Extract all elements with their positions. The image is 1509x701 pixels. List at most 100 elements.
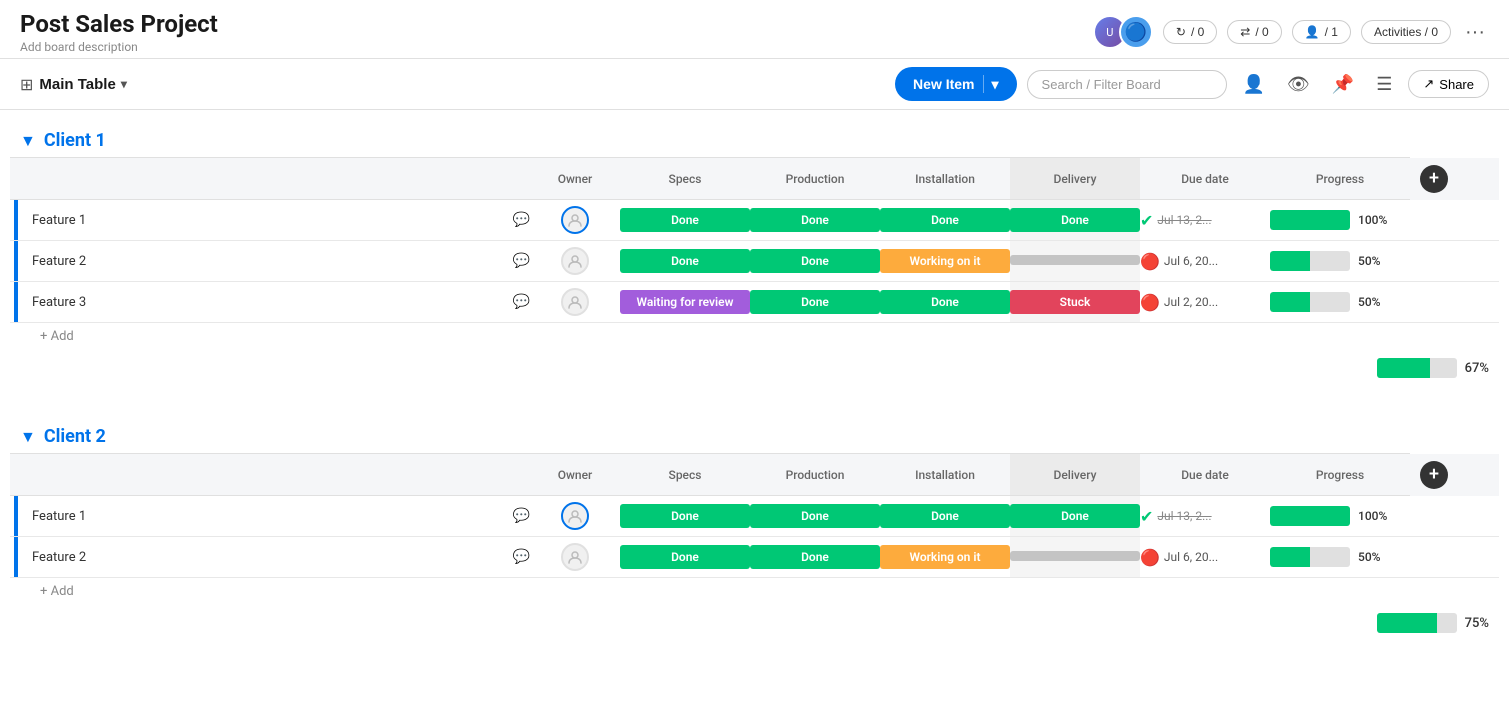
pin-icon[interactable]: 📌	[1326, 70, 1360, 99]
summary-bar-bg	[1377, 358, 1457, 378]
owner-cell[interactable]	[530, 537, 620, 578]
delivery-cell[interactable]: Stuck	[1010, 282, 1140, 323]
production-cell[interactable]: Done	[750, 537, 880, 578]
owner-cell[interactable]	[530, 282, 620, 323]
main-table-button[interactable]: Main Table ▾	[39, 76, 126, 93]
due-date-cell[interactable]: 🔴 Jul 2, 20...	[1140, 282, 1270, 323]
production-cell[interactable]: Done	[750, 496, 880, 537]
installation-badge[interactable]: Working on it	[880, 249, 1010, 273]
person-filter-icon[interactable]: 👤	[1237, 70, 1271, 99]
progress-cell[interactable]: 50%	[1270, 241, 1410, 282]
progress-pct: 100%	[1358, 213, 1393, 227]
new-item-button[interactable]: New Item ▾	[895, 67, 1017, 101]
group-title-client1[interactable]: Client 1	[44, 130, 106, 151]
due-date-cell[interactable]: ✔ Jul 13, 2...	[1140, 200, 1270, 241]
production-cell[interactable]: Done	[750, 200, 880, 241]
installation-cell[interactable]: Done	[880, 200, 1010, 241]
due-date-cell[interactable]: 🔴 Jul 6, 20...	[1140, 537, 1270, 578]
specs-badge[interactable]: Done	[620, 504, 750, 528]
installation-cell[interactable]: Working on it	[880, 241, 1010, 282]
progress-cell[interactable]: 100%	[1270, 496, 1410, 537]
specs-badge[interactable]: Done	[620, 208, 750, 232]
group-arrow-client1[interactable]: ▼	[20, 131, 36, 151]
add-col-button[interactable]: +	[1420, 461, 1448, 489]
specs-badge[interactable]: Done	[620, 249, 750, 273]
progress-cell[interactable]: 50%	[1270, 282, 1410, 323]
header-left: Post Sales Project Add board description	[20, 10, 218, 54]
comment-icon[interactable]: 💬	[513, 294, 530, 310]
toolbar: ⊞ Main Table ▾ New Item ▾ 👤 👁 📌 ☰ ↗ Shar…	[0, 59, 1509, 110]
owner-avatar[interactable]	[561, 206, 589, 234]
delivery-badge[interactable]: Stuck	[1010, 290, 1140, 314]
installation-cell[interactable]: Done	[880, 496, 1010, 537]
add-link[interactable]: + Add	[40, 584, 74, 599]
installation-badge[interactable]: Done	[880, 504, 1010, 528]
progress-cell[interactable]: 50%	[1270, 537, 1410, 578]
comment-icon[interactable]: 💬	[513, 508, 530, 524]
delivery-badge[interactable]: Done	[1010, 208, 1140, 232]
updates-button[interactable]: ↻ / 0	[1163, 20, 1217, 44]
summary-pct: 67%	[1465, 361, 1489, 376]
share-button[interactable]: ↗ Share	[1408, 70, 1489, 98]
production-badge[interactable]: Done	[750, 290, 880, 314]
col-header-add: +	[1410, 454, 1499, 496]
owner-cell[interactable]	[530, 496, 620, 537]
specs-cell[interactable]: Waiting for review	[620, 282, 750, 323]
project-title: Post Sales Project	[20, 10, 218, 38]
owner-cell[interactable]	[530, 241, 620, 282]
production-badge[interactable]: Done	[750, 208, 880, 232]
delivery-badge[interactable]	[1010, 255, 1140, 265]
delivery-cell[interactable]: Done	[1010, 200, 1140, 241]
group-arrow-client2[interactable]: ▼	[20, 427, 36, 447]
delivery-cell[interactable]: Done	[1010, 496, 1140, 537]
production-badge[interactable]: Done	[750, 504, 880, 528]
more-button[interactable]: ···	[1461, 17, 1489, 48]
new-item-label: New Item	[913, 76, 974, 92]
owner-avatar[interactable]	[561, 543, 589, 571]
group-title-client2[interactable]: Client 2	[44, 426, 106, 447]
due-alert-icon: 🔴	[1140, 293, 1160, 312]
add-link[interactable]: + Add	[40, 329, 74, 344]
connections-button[interactable]: ⇄ / 0	[1227, 20, 1281, 44]
production-badge[interactable]: Done	[750, 249, 880, 273]
progress-cell[interactable]: 100%	[1270, 200, 1410, 241]
search-input[interactable]	[1027, 70, 1227, 99]
owner-cell[interactable]	[530, 200, 620, 241]
installation-cell[interactable]: Working on it	[880, 537, 1010, 578]
chevron-down-icon: ▾	[121, 77, 127, 91]
installation-badge[interactable]: Working on it	[880, 545, 1010, 569]
comment-icon[interactable]: 💬	[513, 212, 530, 228]
due-date-cell[interactable]: 🔴 Jul 6, 20...	[1140, 241, 1270, 282]
specs-badge[interactable]: Done	[620, 545, 750, 569]
toolbar-left: ⊞ Main Table ▾	[20, 75, 127, 94]
owner-avatar[interactable]	[561, 502, 589, 530]
owner-avatar[interactable]	[561, 247, 589, 275]
col-header-owner: Owner	[530, 454, 620, 496]
board-description[interactable]: Add board description	[20, 40, 218, 54]
delivery-cell[interactable]	[1010, 537, 1140, 578]
installation-cell[interactable]: Done	[880, 282, 1010, 323]
specs-cell[interactable]: Done	[620, 496, 750, 537]
due-date-cell[interactable]: ✔ Jul 13, 2...	[1140, 496, 1270, 537]
installation-badge[interactable]: Done	[880, 208, 1010, 232]
production-cell[interactable]: Done	[750, 282, 880, 323]
specs-cell[interactable]: Done	[620, 200, 750, 241]
hide-icon[interactable]: 👁	[1281, 70, 1316, 99]
delivery-badge[interactable]: Done	[1010, 504, 1140, 528]
add-col-button[interactable]: +	[1420, 165, 1448, 193]
specs-badge[interactable]: Waiting for review	[620, 290, 750, 314]
comment-icon[interactable]: 💬	[513, 549, 530, 565]
activities-button[interactable]: Activities / 0	[1361, 20, 1451, 44]
filter-icon[interactable]: ☰	[1370, 70, 1398, 99]
people-button[interactable]: 👤 / 1	[1292, 20, 1351, 44]
specs-cell[interactable]: Done	[620, 241, 750, 282]
name-cell: Feature 3 💬	[10, 282, 530, 323]
owner-avatar[interactable]	[561, 288, 589, 316]
comment-icon[interactable]: 💬	[513, 253, 530, 269]
specs-cell[interactable]: Done	[620, 537, 750, 578]
production-cell[interactable]: Done	[750, 241, 880, 282]
production-badge[interactable]: Done	[750, 545, 880, 569]
delivery-cell[interactable]	[1010, 241, 1140, 282]
delivery-badge[interactable]	[1010, 551, 1140, 561]
installation-badge[interactable]: Done	[880, 290, 1010, 314]
